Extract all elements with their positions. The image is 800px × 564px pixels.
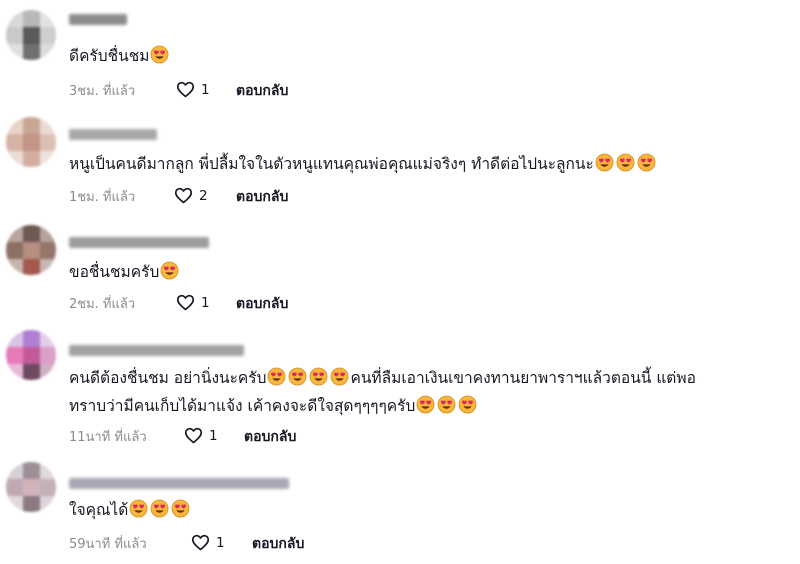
heart-outline-icon[interactable] — [174, 187, 193, 204]
like-button[interactable]: 1 — [184, 427, 218, 444]
smiling-face-with-heart-eyes-icon — [171, 499, 190, 518]
smiling-face-with-heart-eyes-icon — [637, 153, 656, 172]
smiling-face-with-heart-eyes-icon — [416, 395, 435, 414]
reply-button[interactable]: ตอบกลับ — [236, 186, 288, 208]
comment-text: คนดีต้องชื่นชม อย่านิ่งนะครับ คนที่ลืมเอา… — [69, 367, 696, 387]
heart-outline-icon[interactable] — [191, 534, 210, 551]
reply-button[interactable]: ตอบกลับ — [236, 80, 288, 102]
username[interactable] — [69, 237, 209, 248]
reply-button[interactable]: ตอบกลับ — [236, 293, 288, 315]
like-count: 1 — [201, 294, 210, 311]
smiling-face-with-heart-eyes-icon — [458, 395, 477, 414]
heart-outline-icon[interactable] — [176, 294, 195, 311]
comment-text: ใจคุณได้ — [69, 498, 191, 522]
comment-text-line: ทราบว่ามีคนเก็บได้มาแจ้ง เค้าคงจะดีใจสุด… — [69, 394, 478, 418]
avatar[interactable] — [6, 10, 56, 60]
heart-outline-icon[interactable] — [176, 81, 195, 98]
avatar[interactable] — [6, 330, 56, 380]
smiling-face-with-heart-eyes-icon — [129, 499, 148, 518]
smiling-face-with-heart-eyes-icon — [437, 395, 456, 414]
comment-meta: 2ชม. ที่แล้ว — [69, 293, 135, 313]
smiling-face-with-heart-eyes-icon — [150, 45, 169, 64]
comment-meta: 3ชม. ที่แล้ว — [69, 80, 135, 100]
username[interactable] — [69, 478, 289, 489]
timestamp: 11นาที ที่แล้ว — [69, 429, 147, 445]
smiling-face-with-heart-eyes-icon — [150, 499, 169, 518]
timestamp: 1ชม. ที่แล้ว — [69, 189, 136, 205]
reply-button[interactable]: ตอบกลับ — [244, 426, 296, 448]
like-count: 1 — [209, 427, 218, 444]
like-count: 2 — [199, 187, 208, 204]
timestamp: 3ชม. ที่แล้ว — [69, 83, 136, 99]
smiling-face-with-heart-eyes-icon — [330, 367, 349, 386]
username[interactable] — [69, 14, 127, 25]
comment-meta: 1ชม. ที่แล้ว — [69, 186, 135, 206]
username[interactable] — [69, 129, 157, 140]
avatar[interactable] — [6, 462, 56, 512]
like-count: 1 — [201, 81, 210, 98]
avatar[interactable] — [6, 225, 56, 275]
smiling-face-with-heart-eyes-icon — [160, 261, 179, 280]
like-button[interactable]: 1 — [191, 534, 225, 551]
smiling-face-with-heart-eyes-icon — [616, 153, 635, 172]
like-count: 1 — [216, 534, 225, 551]
like-button[interactable]: 1 — [176, 81, 210, 98]
comment-text: ขอชื่นชมครับ — [69, 260, 180, 284]
comment-text: ดีครับชื่นชม — [69, 44, 170, 68]
reply-button[interactable]: ตอบกลับ — [252, 533, 304, 555]
heart-outline-icon[interactable] — [184, 427, 203, 444]
comment-meta: 11นาที ที่แล้ว — [69, 426, 147, 446]
smiling-face-with-heart-eyes-icon — [309, 367, 328, 386]
like-button[interactable]: 2 — [174, 187, 208, 204]
avatar[interactable] — [6, 117, 56, 167]
smiling-face-with-heart-eyes-icon — [267, 367, 286, 386]
timestamp: 2ชม. ที่แล้ว — [69, 296, 136, 312]
timestamp: 59นาที ที่แล้ว — [69, 536, 147, 552]
smiling-face-with-heart-eyes-icon — [288, 367, 307, 386]
username[interactable] — [69, 345, 244, 356]
comment-text: หนูเป็นคนดีมากลูก พี่ปลื้มใจในตัวหนูแทนค… — [69, 152, 657, 176]
like-button[interactable]: 1 — [176, 294, 210, 311]
comment-meta: 59นาที ที่แล้ว — [69, 533, 147, 553]
smiling-face-with-heart-eyes-icon — [595, 153, 614, 172]
